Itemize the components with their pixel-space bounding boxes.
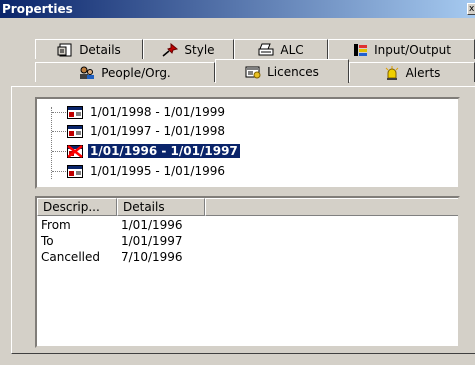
tab-alerts-label: Alerts <box>405 65 441 80</box>
row-description: To <box>41 234 54 248</box>
row-value: 1/01/1997 <box>121 234 183 248</box>
column-header-filler <box>205 198 458 216</box>
input-output-icon <box>354 43 368 56</box>
close-button[interactable]: x <box>467 3 475 15</box>
title-bar[interactable]: Properties x <box>0 0 475 18</box>
row-description: From <box>41 218 71 232</box>
people-icon <box>80 66 95 79</box>
properties-window: Properties x Details Style ALC Input/Out… <box>0 0 475 365</box>
tab-people-org-label: People/Org. <box>101 65 171 80</box>
tree-connector <box>52 151 66 152</box>
licence-icon <box>67 105 83 119</box>
tree-connector <box>52 171 66 172</box>
tree-connector <box>52 112 66 113</box>
tree-item[interactable]: 1/01/1995 - 1/01/1996 <box>67 163 227 179</box>
row-value: 7/10/1996 <box>121 250 183 264</box>
licence-icon <box>67 124 83 138</box>
tree-item-label: 1/01/1997 - 1/01/1998 <box>90 124 226 138</box>
tree-item-selected[interactable]: 1/01/1996 - 1/01/1997 <box>67 143 240 159</box>
cancelled-licence-icon <box>67 144 83 158</box>
licence-icon <box>67 164 83 178</box>
tree-connector <box>51 107 52 179</box>
document-properties-icon <box>57 43 72 56</box>
tab-alerts[interactable]: Alerts <box>349 62 475 82</box>
tree-connector <box>52 131 66 132</box>
tab-details-label: Details <box>79 42 121 57</box>
licence-tree[interactable]: 1/01/1998 - 1/01/1999 1/01/1997 - 1/01/1… <box>35 97 460 189</box>
row-description: Cancelled <box>41 250 100 264</box>
tab-alc[interactable]: ALC <box>234 39 328 59</box>
tab-input-output[interactable]: Input/Output <box>328 39 475 59</box>
row-value: 1/01/1996 <box>121 218 183 232</box>
tab-licences-label: Licences <box>267 64 319 79</box>
tree-item[interactable]: 1/01/1997 - 1/01/1998 <box>67 123 227 139</box>
tree-item-label: 1/01/1995 - 1/01/1996 <box>90 164 226 178</box>
tab-style[interactable]: Style <box>143 39 234 59</box>
column-header-description[interactable]: Descrip... <box>37 198 117 216</box>
red-pin-icon <box>162 42 179 57</box>
tree-item-label: 1/01/1996 - 1/01/1997 <box>88 144 240 158</box>
window-title: Properties <box>2 2 73 16</box>
tab-people-org[interactable]: People/Org. <box>35 62 215 82</box>
tree-item[interactable]: 1/01/1998 - 1/01/1999 <box>67 104 227 120</box>
column-header-details[interactable]: Details <box>117 198 205 216</box>
tab-style-label: Style <box>184 42 215 57</box>
licence-icon <box>245 66 261 78</box>
details-list[interactable]: Descrip... Details From 1/01/1996 To 1/0… <box>35 196 460 348</box>
alert-lamp-icon <box>385 65 398 80</box>
tab-licences[interactable]: Licences <box>215 59 349 83</box>
tree-item-label: 1/01/1998 - 1/01/1999 <box>90 105 226 119</box>
tab-details[interactable]: Details <box>35 39 143 59</box>
tab-input-output-label: Input/Output <box>374 42 451 57</box>
tab-alc-label: ALC <box>280 42 304 57</box>
printer-icon <box>258 43 274 55</box>
